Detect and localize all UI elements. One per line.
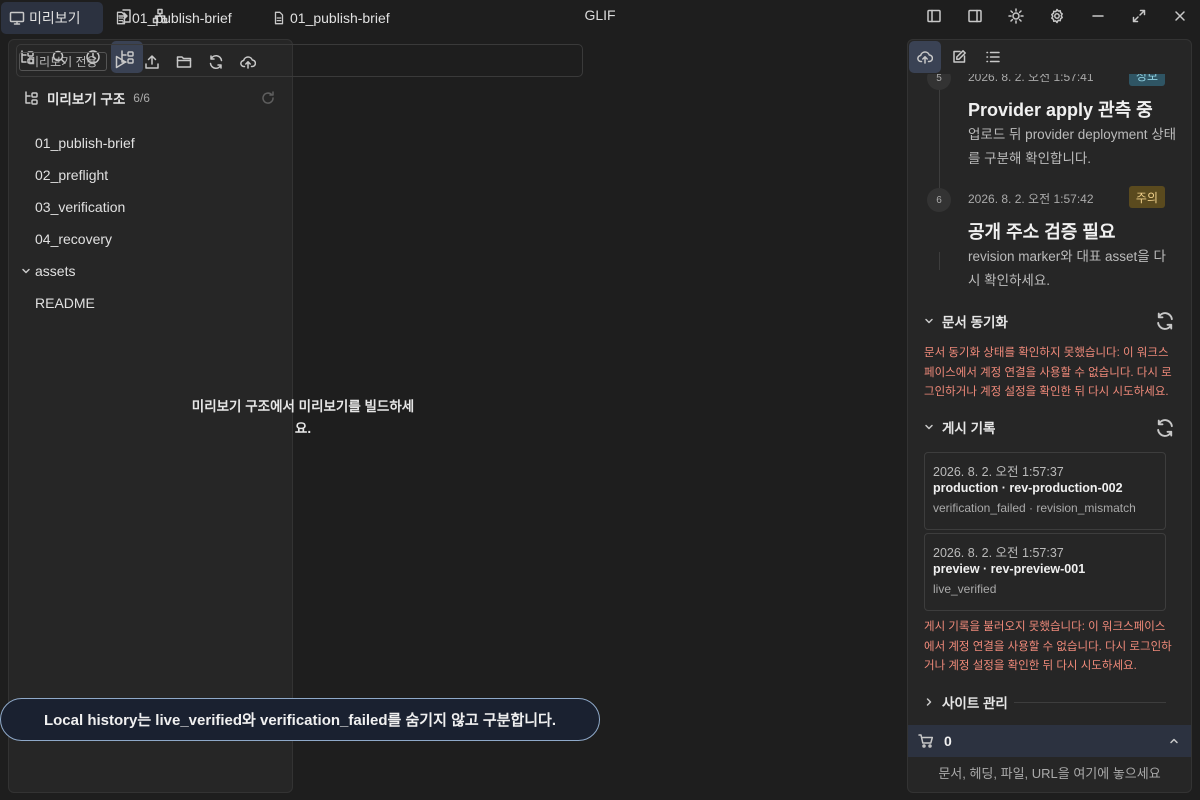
- panel-header: 미리보기 구조 6/6: [23, 87, 150, 109]
- maximize-icon[interactable]: [1127, 4, 1151, 28]
- item-count: 6/6: [133, 91, 150, 105]
- tree-item[interactable]: 02_preflight: [35, 163, 108, 187]
- refresh-icon[interactable]: [260, 90, 276, 106]
- chevron-up-icon[interactable]: [1169, 736, 1179, 746]
- tab-document[interactable]: 01_publish-brief: [264, 2, 398, 34]
- left-sidebar-toggle-icon[interactable]: [922, 4, 946, 28]
- notice-toast: Local history는 live_verified와 verificati…: [0, 698, 600, 741]
- history-date: 2026. 8. 2. 오전 1:57:37: [933, 465, 1064, 479]
- preview-toolbar: 미리보기 전용: [16, 44, 583, 77]
- timeline-line: [939, 252, 940, 270]
- section-header-history[interactable]: 게시 기록: [924, 416, 995, 438]
- timeline-step-number: 5: [927, 74, 951, 90]
- section-header-site[interactable]: 사이트 관리: [924, 691, 1008, 713]
- timeline-title: 공개 주소 검증 필요: [968, 222, 1116, 242]
- timeline-description: revision marker와 대표 asset을 다시 확인하세요.: [968, 249, 1166, 288]
- edit-tab-icon[interactable]: [943, 41, 975, 73]
- sync-refresh-icon[interactable]: [1155, 311, 1175, 331]
- upload-icon[interactable]: [141, 51, 163, 73]
- tree-item[interactable]: 04_recovery: [35, 227, 112, 251]
- refresh-icon[interactable]: [205, 51, 227, 73]
- minimize-icon[interactable]: [1086, 4, 1110, 28]
- tree-folder[interactable]: assets: [35, 259, 75, 283]
- cart-bar[interactable]: 0: [908, 725, 1191, 757]
- cart-icon: [918, 734, 934, 748]
- history-card[interactable]: 2026. 8. 2. 오전 1:57:37 preview · rev-pre…: [924, 533, 1166, 611]
- theme-icon[interactable]: [1004, 4, 1028, 28]
- tab-document[interactable]: 01_publish-brief: [106, 2, 240, 34]
- cloud-upload-icon[interactable]: [237, 51, 259, 73]
- drop-zone[interactable]: 문서, 헤딩, 파일, URL을 여기에 놓으세요: [908, 760, 1191, 788]
- history-title: preview · rev-preview-001: [933, 562, 1086, 576]
- status-badge: 주의: [1128, 186, 1165, 208]
- right-sidebar-toggle-icon[interactable]: [963, 4, 987, 28]
- file-icon: [116, 11, 126, 25]
- play-icon[interactable]: [109, 51, 131, 73]
- structure-icon: [23, 90, 39, 106]
- section-header-sync[interactable]: 문서 동기화: [924, 310, 1008, 332]
- timeline-step-number: 6: [927, 188, 951, 212]
- history-status: verification_failed · revision_mismatch: [933, 501, 1136, 515]
- chevron-right-icon: [926, 698, 932, 706]
- tab-preview[interactable]: 미리보기: [1, 2, 103, 34]
- chevron-down-icon: [925, 318, 933, 324]
- cart-count: 0: [944, 733, 952, 749]
- right-sidebar: 5 2026. 8. 2. 오전 1:57:41 정보 Provider app…: [907, 39, 1192, 793]
- history-error-message: 게시 기록을 불러오지 못했습니다: 이 워크스페이스에서 계정 연결을 사용할…: [924, 621, 1172, 672]
- close-icon[interactable]: [1168, 4, 1192, 28]
- history-card[interactable]: 2026. 8. 2. 오전 1:57:37 production · rev-…: [924, 452, 1166, 530]
- tree-item[interactable]: README: [35, 291, 95, 315]
- monitor-icon: [9, 11, 25, 25]
- timeline-date: 2026. 8. 2. 오전 1:57:41: [968, 74, 1094, 84]
- preview-only-badge: 미리보기 전용: [19, 52, 107, 71]
- timeline-date: 2026. 8. 2. 오전 1:57:42: [968, 192, 1094, 206]
- sync-error-message: 문서 동기화 상태를 확인하지 못했습니다: 이 워크스페이스에서 계정 연결을…: [924, 347, 1172, 398]
- history-status: live_verified: [933, 582, 997, 596]
- timeline-description: 업로드 뒤 provider deployment 상태를 구분해 확인합니다.: [968, 127, 1177, 166]
- settings-gear-icon[interactable]: [1045, 4, 1069, 28]
- tree-item[interactable]: 01_publish-brief: [35, 131, 135, 155]
- timeline-line: [939, 74, 940, 196]
- empty-state-message: 미리보기 구조에서 미리보기를 빌드하세요.: [191, 399, 415, 436]
- timeline-title: Provider apply 관측 중: [968, 100, 1153, 120]
- outline-list-icon[interactable]: [977, 41, 1009, 73]
- history-date: 2026. 8. 2. 오전 1:57:37: [933, 546, 1064, 560]
- chevron-down-icon: [925, 424, 933, 430]
- folder-open-icon[interactable]: [173, 51, 195, 73]
- publish-tab-icon[interactable]: [909, 41, 941, 73]
- file-icon: [274, 11, 284, 25]
- history-title: production · rev-production-002: [933, 481, 1123, 495]
- chevron-down-icon[interactable]: [21, 266, 31, 276]
- divider: [1014, 702, 1166, 703]
- publish-panel-scroll[interactable]: 5 2026. 8. 2. 오전 1:57:41 정보 Provider app…: [908, 74, 1191, 724]
- tree-item[interactable]: 03_verification: [35, 195, 125, 219]
- history-refresh-icon[interactable]: [1155, 418, 1175, 438]
- status-badge: 정보: [1128, 74, 1165, 86]
- panel-title: 미리보기 구조: [47, 92, 126, 107]
